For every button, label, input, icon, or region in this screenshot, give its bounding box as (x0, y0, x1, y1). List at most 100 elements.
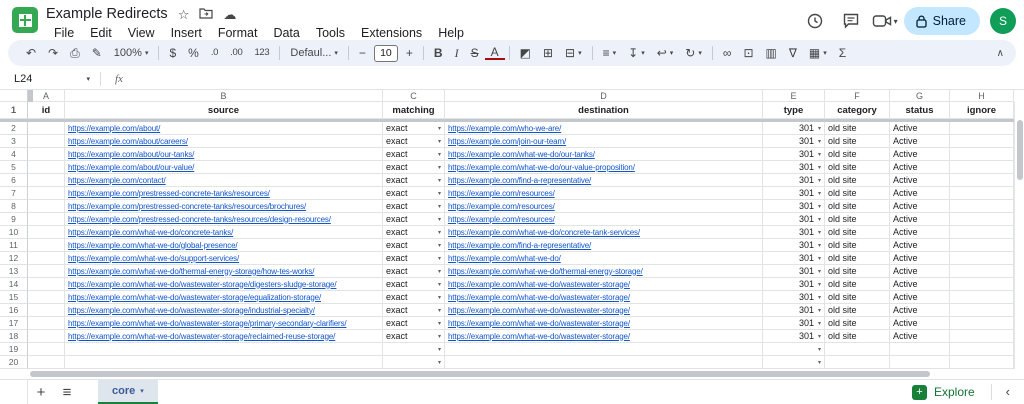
type-dropdown-icon[interactable]: ▾ (818, 125, 821, 132)
cell-type[interactable]: 301▾ (763, 135, 825, 148)
borders-icon[interactable]: ⊞ (537, 47, 559, 59)
star-icon[interactable]: ☆ (178, 8, 190, 21)
cell-id[interactable] (28, 239, 65, 252)
cell-status[interactable] (890, 356, 950, 369)
cell-type[interactable]: 301▾ (763, 174, 825, 187)
collapse-panel-icon[interactable]: ‹ (1002, 384, 1018, 401)
matching-dropdown-icon[interactable]: ▾ (438, 281, 441, 288)
format-percent-icon[interactable]: % (182, 47, 205, 59)
create-filter-icon[interactable]: ∇ (783, 47, 803, 59)
destination-link[interactable]: https://example.com/resources/ (448, 202, 555, 211)
cell-destination[interactable]: https://example.com/resources/ (445, 200, 763, 213)
all-sheets-icon[interactable]: ≡ (54, 384, 80, 401)
row-number[interactable]: 17 (0, 317, 28, 330)
source-link[interactable]: https://example.com/what-we-do/thermal-e… (68, 267, 314, 276)
cell-source[interactable]: https://example.com/what-we-do/wastewate… (65, 291, 383, 304)
corner-cell[interactable] (0, 90, 28, 102)
type-dropdown-icon[interactable]: ▾ (818, 346, 821, 353)
cell-matching[interactable]: ▾ (383, 343, 445, 356)
matching-dropdown-icon[interactable]: ▾ (438, 320, 441, 327)
cell-type[interactable]: 301▾ (763, 265, 825, 278)
cell-matching[interactable]: exact▾ (383, 278, 445, 291)
cell-source[interactable]: https://example.com/about/ (65, 122, 383, 135)
cell-ignore[interactable] (950, 135, 1014, 148)
row-number[interactable]: 3 (0, 135, 28, 148)
column-header-A[interactable]: A (28, 90, 65, 102)
source-link[interactable]: https://example.com/what-we-do/wastewate… (68, 293, 321, 302)
decrease-font-size-icon[interactable]: − (353, 47, 372, 59)
cell-destination[interactable]: https://example.com/what-we-do/our-tanks… (445, 148, 763, 161)
matching-dropdown-icon[interactable]: ▾ (438, 268, 441, 275)
add-sheet-icon[interactable]: + (28, 384, 54, 401)
column-header-D[interactable]: D (445, 90, 763, 102)
row-number[interactable]: 14 (0, 278, 28, 291)
horizontal-align-icon[interactable]: ≡▾ (597, 47, 623, 59)
zoom-select[interactable]: 100%▾ (108, 48, 155, 59)
menu-help[interactable]: Help (430, 25, 472, 42)
cell-status[interactable]: Active (890, 330, 950, 343)
row-number[interactable]: 7 (0, 187, 28, 200)
cell-type[interactable]: 301▾ (763, 304, 825, 317)
cell-id[interactable] (28, 317, 65, 330)
cell-ignore[interactable] (950, 187, 1014, 200)
cell-status[interactable]: Active (890, 135, 950, 148)
cell-matching[interactable]: exact▾ (383, 122, 445, 135)
cell-ignore[interactable] (950, 213, 1014, 226)
matching-dropdown-icon[interactable]: ▾ (438, 164, 441, 171)
cell-ignore[interactable] (950, 174, 1014, 187)
cell-matching[interactable]: exact▾ (383, 291, 445, 304)
italic-icon[interactable]: I (449, 47, 465, 59)
cell-category[interactable]: old site (825, 135, 890, 148)
cell-ignore[interactable] (950, 343, 1014, 356)
row-number[interactable]: 9 (0, 213, 28, 226)
cell-id[interactable] (28, 122, 65, 135)
destination-link[interactable]: https://example.com/resources/ (448, 189, 555, 198)
type-dropdown-icon[interactable]: ▾ (818, 242, 821, 249)
source-link[interactable]: https://example.com/about/our-tanks/ (68, 150, 194, 159)
cell-id[interactable] (28, 304, 65, 317)
cell-id[interactable] (28, 187, 65, 200)
source-link[interactable]: https://example.com/what-we-do/wastewate… (68, 332, 335, 341)
redo-icon[interactable]: ↷ (42, 47, 64, 59)
font-select-dropdown-icon[interactable]: ▾ (334, 50, 338, 57)
field-header-status[interactable]: status (890, 102, 950, 119)
cell-source[interactable]: https://example.com/what-we-do/wastewate… (65, 304, 383, 317)
cell-source[interactable]: https://example.com/what-we-do/concrete-… (65, 226, 383, 239)
destination-link[interactable]: https://example.com/what-we-do/ (448, 254, 561, 263)
text-rotation-icon[interactable]: ↻▾ (679, 47, 708, 59)
cell-matching[interactable]: exact▾ (383, 174, 445, 187)
cell-status[interactable]: Active (890, 252, 950, 265)
field-header-id[interactable]: id (28, 102, 65, 119)
cell-status[interactable]: Active (890, 122, 950, 135)
source-link[interactable]: https://example.com/what-we-do/wastewate… (68, 306, 315, 315)
cell-type[interactable]: 301▾ (763, 278, 825, 291)
cell-status[interactable]: Active (890, 317, 950, 330)
cell-ignore[interactable] (950, 265, 1014, 278)
cell-status[interactable]: Active (890, 291, 950, 304)
cell-status[interactable] (890, 343, 950, 356)
destination-link[interactable]: https://example.com/find-a-representativ… (448, 241, 591, 250)
sheet-tab-core[interactable]: core ▾ (98, 380, 158, 404)
source-link[interactable]: https://example.com/about/our-value/ (68, 163, 194, 172)
cell-category[interactable]: old site (825, 213, 890, 226)
cell-destination[interactable]: https://example.com/what-we-do/wastewate… (445, 330, 763, 343)
cell-category[interactable]: old site (825, 304, 890, 317)
cell-matching[interactable]: exact▾ (383, 148, 445, 161)
cell-category[interactable] (825, 343, 890, 356)
cell-id[interactable] (28, 200, 65, 213)
cell-category[interactable]: old site (825, 148, 890, 161)
menu-tools[interactable]: Tools (308, 25, 353, 42)
avatar[interactable]: S (990, 8, 1016, 34)
table-views-icon[interactable]: ▦▾ (803, 47, 833, 59)
menu-format[interactable]: Format (210, 25, 266, 42)
destination-link[interactable]: https://example.com/what-we-do/thermal-e… (448, 267, 643, 276)
cell-type[interactable]: 301▾ (763, 291, 825, 304)
merge-cells-icon[interactable]: ⊟▾ (559, 47, 588, 59)
cell-destination[interactable]: https://example.com/resources/ (445, 213, 763, 226)
destination-link[interactable]: https://example.com/find-a-representativ… (448, 176, 591, 185)
cell-type[interactable]: 301▾ (763, 148, 825, 161)
cell-id[interactable] (28, 343, 65, 356)
row-number[interactable]: 1 (0, 102, 28, 119)
destination-link[interactable]: https://example.com/what-we-do/wastewate… (448, 280, 630, 289)
destination-link[interactable]: https://example.com/who-we-are/ (448, 124, 561, 133)
